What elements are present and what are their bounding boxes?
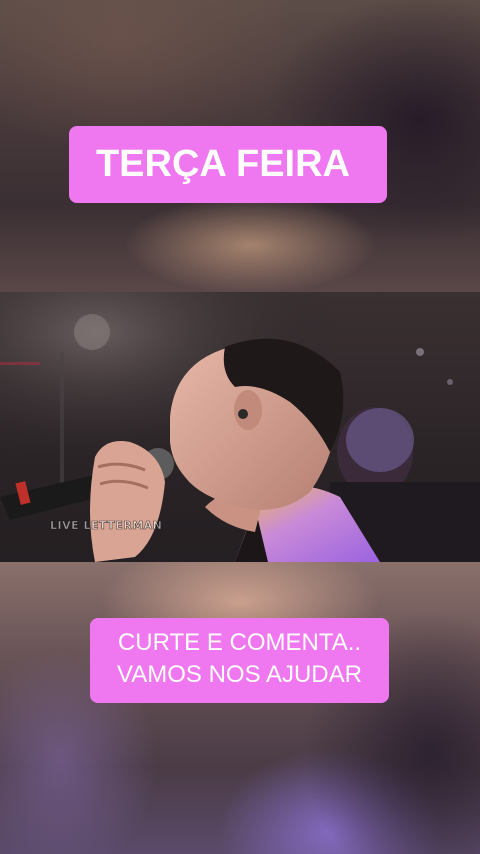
day-caption: TERÇA FEIRA (69, 126, 387, 203)
call-to-action-line-1: CURTE E COMENTA.. (117, 629, 362, 656)
call-to-action-line-2: VAMOS NOS AJUDAR (117, 661, 362, 688)
blurred-background-bottom (0, 562, 480, 854)
tv-watermark: LIVE LETTERMAN (50, 519, 163, 533)
call-to-action-caption: CURTE E COMENTA.. VAMOS NOS AJUDAR (90, 618, 389, 703)
story-screen: LIVE LETTERMAN TERÇA FEIRA CURTE E COMEN… (0, 0, 480, 854)
